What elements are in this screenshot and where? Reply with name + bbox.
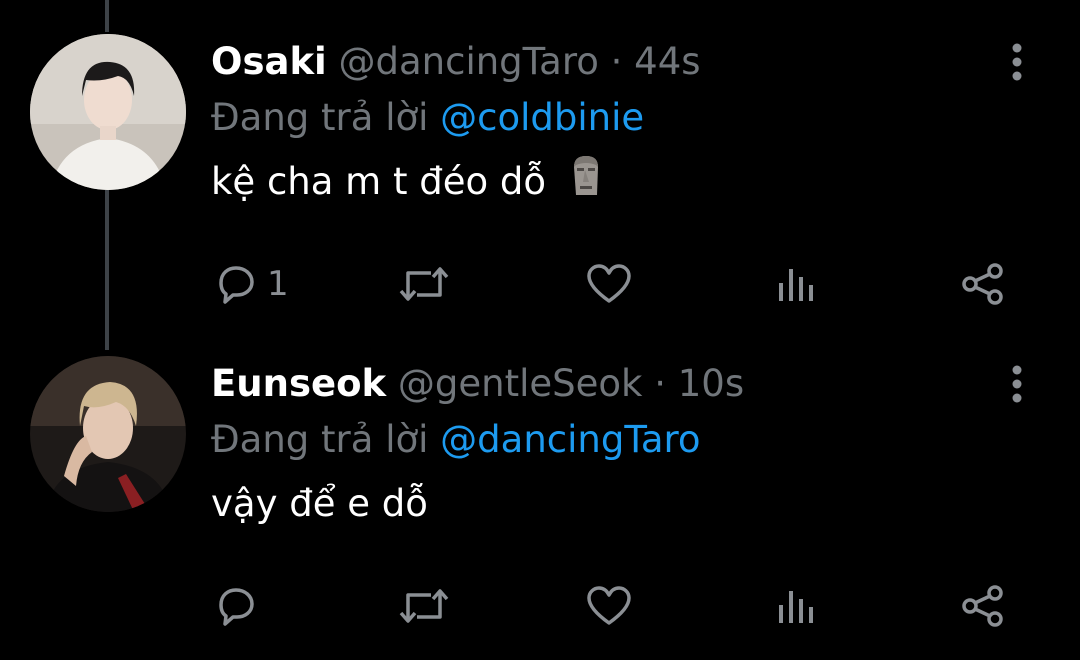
share-button[interactable] (960, 254, 1006, 314)
share-icon (962, 263, 1003, 305)
replying-to: Đang trả lời @dancingTaro (211, 412, 701, 468)
tweet[interactable]: Osaki @dancingTaro · 44s Đang trả lời @c… (0, 34, 1080, 324)
reply-button[interactable] (213, 576, 267, 636)
retweet-button[interactable] (397, 254, 451, 314)
share-icon (962, 585, 1003, 627)
user-handle[interactable]: @dancingTaro (339, 40, 599, 83)
tweet-body: vậy để e dỗ (211, 482, 428, 525)
moai-emoji-icon (566, 153, 606, 215)
display-name[interactable]: Eunseok (211, 362, 386, 405)
display-name[interactable]: Osaki (211, 40, 327, 83)
replying-to: Đang trả lời @coldbinie (211, 90, 644, 146)
replying-to-label: Đang trả lời (211, 418, 429, 461)
separator-dot: · (610, 40, 623, 83)
user-handle[interactable]: @gentleSeok (398, 362, 643, 405)
more-icon (1012, 43, 1022, 81)
timestamp[interactable]: 10s (678, 362, 744, 405)
more-icon (1012, 365, 1022, 403)
replying-to-label: Đang trả lời (211, 96, 429, 139)
retweet-icon (399, 267, 449, 301)
tweet-header: Osaki @dancingTaro · 44s (211, 34, 701, 90)
more-options-button[interactable] (1000, 362, 1034, 406)
like-icon (587, 264, 631, 303)
avatar[interactable] (30, 34, 186, 190)
reply-icon (219, 588, 254, 626)
more-options-button[interactable] (1000, 40, 1034, 84)
mention-link[interactable]: @coldbinie (440, 96, 644, 139)
like-icon (587, 586, 631, 625)
tweet-header: Eunseok @gentleSeok · 10s (211, 356, 744, 412)
avatar[interactable] (30, 356, 186, 512)
reply-button[interactable]: 1 (213, 254, 289, 314)
reply-count: 1 (267, 264, 289, 304)
like-button[interactable] (585, 254, 633, 314)
separator-dot: · (654, 362, 666, 405)
analytics-button[interactable] (777, 576, 817, 636)
tweet[interactable]: Eunseok @gentleSeok · 10s Đang trả lời @… (0, 356, 1080, 656)
action-bar: 1 (0, 254, 1080, 314)
analytics-icon (779, 591, 813, 623)
share-button[interactable] (960, 576, 1006, 636)
tweet-text: vậy để e dỗ (211, 474, 428, 534)
reply-icon (219, 266, 254, 304)
retweet-icon (399, 589, 449, 623)
analytics-button[interactable] (777, 254, 817, 314)
analytics-icon (779, 269, 813, 301)
thread-line-top (105, 0, 109, 32)
tweet-text: kệ cha m t đéo dỗ (211, 152, 606, 212)
mention-link[interactable]: @dancingTaro (440, 418, 700, 461)
retweet-button[interactable] (397, 576, 451, 636)
timestamp[interactable]: 44s (634, 40, 700, 83)
tweet-body: kệ cha m t đéo dỗ (211, 160, 547, 203)
like-button[interactable] (585, 576, 633, 636)
action-bar (0, 576, 1080, 636)
